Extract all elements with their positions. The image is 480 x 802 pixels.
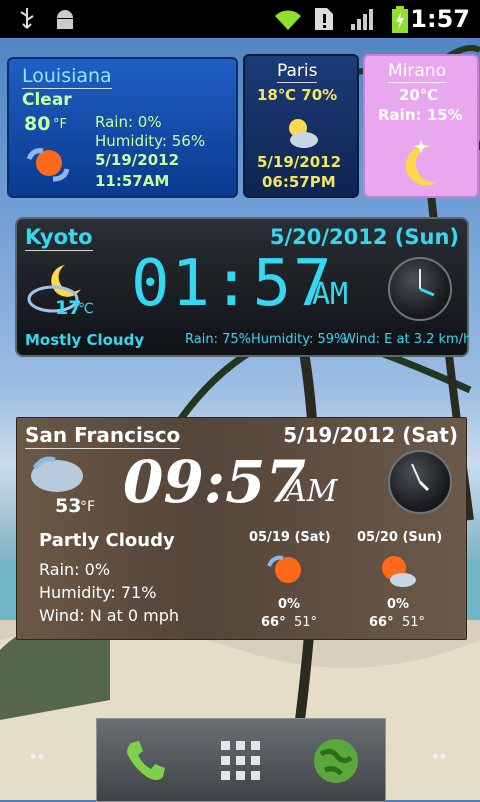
forecast-low: 51° — [294, 615, 318, 630]
humidity: Humidity: 56% — [95, 132, 206, 150]
temperature: 80 — [24, 113, 51, 135]
page-indicator-right[interactable]: •• — [430, 747, 448, 768]
forecast-low: 51° — [402, 615, 426, 630]
rain-chance: Rain: 0% — [39, 560, 111, 579]
city-name: San Francisco — [25, 423, 181, 449]
sunny-cloudy-icon — [26, 148, 70, 182]
date: 5/19/2012 — [257, 153, 342, 171]
humidity: Humidity: 59% — [251, 332, 347, 347]
alert-icon — [315, 8, 333, 30]
app-drawer-icon[interactable] — [219, 739, 263, 783]
usb-icon — [20, 8, 34, 29]
san-francisco-clock-weather-widget[interactable]: San Francisco 5/19/2012 (Sat) 53 °F 09:5… — [16, 417, 467, 640]
signal-icon — [351, 9, 373, 30]
time: 06:57PM — [262, 173, 336, 191]
analog-clock-icon — [388, 450, 452, 514]
home-dock — [96, 718, 386, 802]
status-time: 1:57 — [410, 5, 470, 33]
analog-clock-icon — [388, 257, 452, 321]
battery-charging-icon — [392, 6, 408, 33]
louisiana-weather-widget[interactable]: Louisiana Clear 80 °F Rain: 0% Humidity:… — [7, 57, 238, 198]
digital-clock: 09:57 — [123, 448, 306, 516]
sunny-cloudy-icon — [267, 555, 301, 583]
forecast-high: 66° — [369, 615, 394, 630]
forecast-high: 66° — [261, 615, 286, 630]
humidity: Humidity: 71% — [39, 583, 157, 602]
city-name: Paris — [277, 61, 318, 83]
city-name: Mirano — [388, 61, 446, 83]
date: 5/20/2012 (Sun) — [269, 225, 459, 249]
temperature-unit: °F — [53, 117, 67, 132]
wind: Wind: N at 0 mph — [39, 606, 180, 625]
temperature-humidity: 18℃ 70% — [257, 86, 338, 104]
forecast-rain: 0% — [387, 597, 410, 612]
phone-icon[interactable] — [121, 737, 169, 785]
am-pm: AM — [312, 277, 349, 312]
moon-stars-icon — [405, 140, 437, 186]
city-name: Kyoto — [25, 225, 93, 251]
condition-text: Mostly Cloudy — [25, 331, 145, 349]
browser-globe-icon[interactable] — [311, 736, 361, 786]
kyoto-clock-weather-widget[interactable]: Kyoto 5/20/2012 (Sun) 17 ℃ 01:57 AM Most… — [15, 217, 472, 357]
rain-chance: Rain: 75% — [185, 332, 251, 347]
date: 5/19/2012 — [95, 151, 180, 169]
forecast-day: 05/19 (Sat) — [249, 530, 331, 545]
forecast-rain: 0% — [278, 597, 301, 612]
temperature-unit: °F — [80, 499, 96, 515]
condition-text: Clear — [22, 90, 72, 110]
time: 11:57AM — [95, 172, 170, 190]
city-name: Louisiana — [22, 65, 112, 89]
rain-chance: Rain: 0% — [95, 113, 162, 131]
mirano-weather-widget[interactable]: Mirano 20℃ Rain: 15% — [363, 54, 479, 198]
temperature: 20℃ — [399, 86, 439, 104]
sunny-cloudy-icon — [382, 556, 416, 587]
forecast-day: 05/20 (Sun) — [357, 530, 443, 545]
paris-weather-widget[interactable]: Paris 18℃ 70% 5/19/2012 06:57PM — [243, 54, 359, 198]
digital-clock: 01:57 — [131, 247, 334, 321]
date: 5/19/2012 (Sat) — [283, 423, 458, 447]
temperature-unit: ℃ — [78, 301, 94, 317]
wifi-icon — [275, 10, 301, 30]
temperature: 53 — [55, 495, 82, 517]
status-bar: 1:57 — [0, 0, 480, 38]
wind: Wind: E at 3.2 km/h — [343, 332, 472, 347]
night-cloud-icon — [289, 119, 318, 148]
rain-chance: Rain: 15% — [378, 106, 463, 124]
am-pm: AM — [285, 474, 338, 509]
page-indicator-left[interactable]: •• — [28, 747, 46, 768]
condition-text: Partly Cloudy — [39, 530, 175, 551]
android-debug-icon — [57, 10, 73, 29]
